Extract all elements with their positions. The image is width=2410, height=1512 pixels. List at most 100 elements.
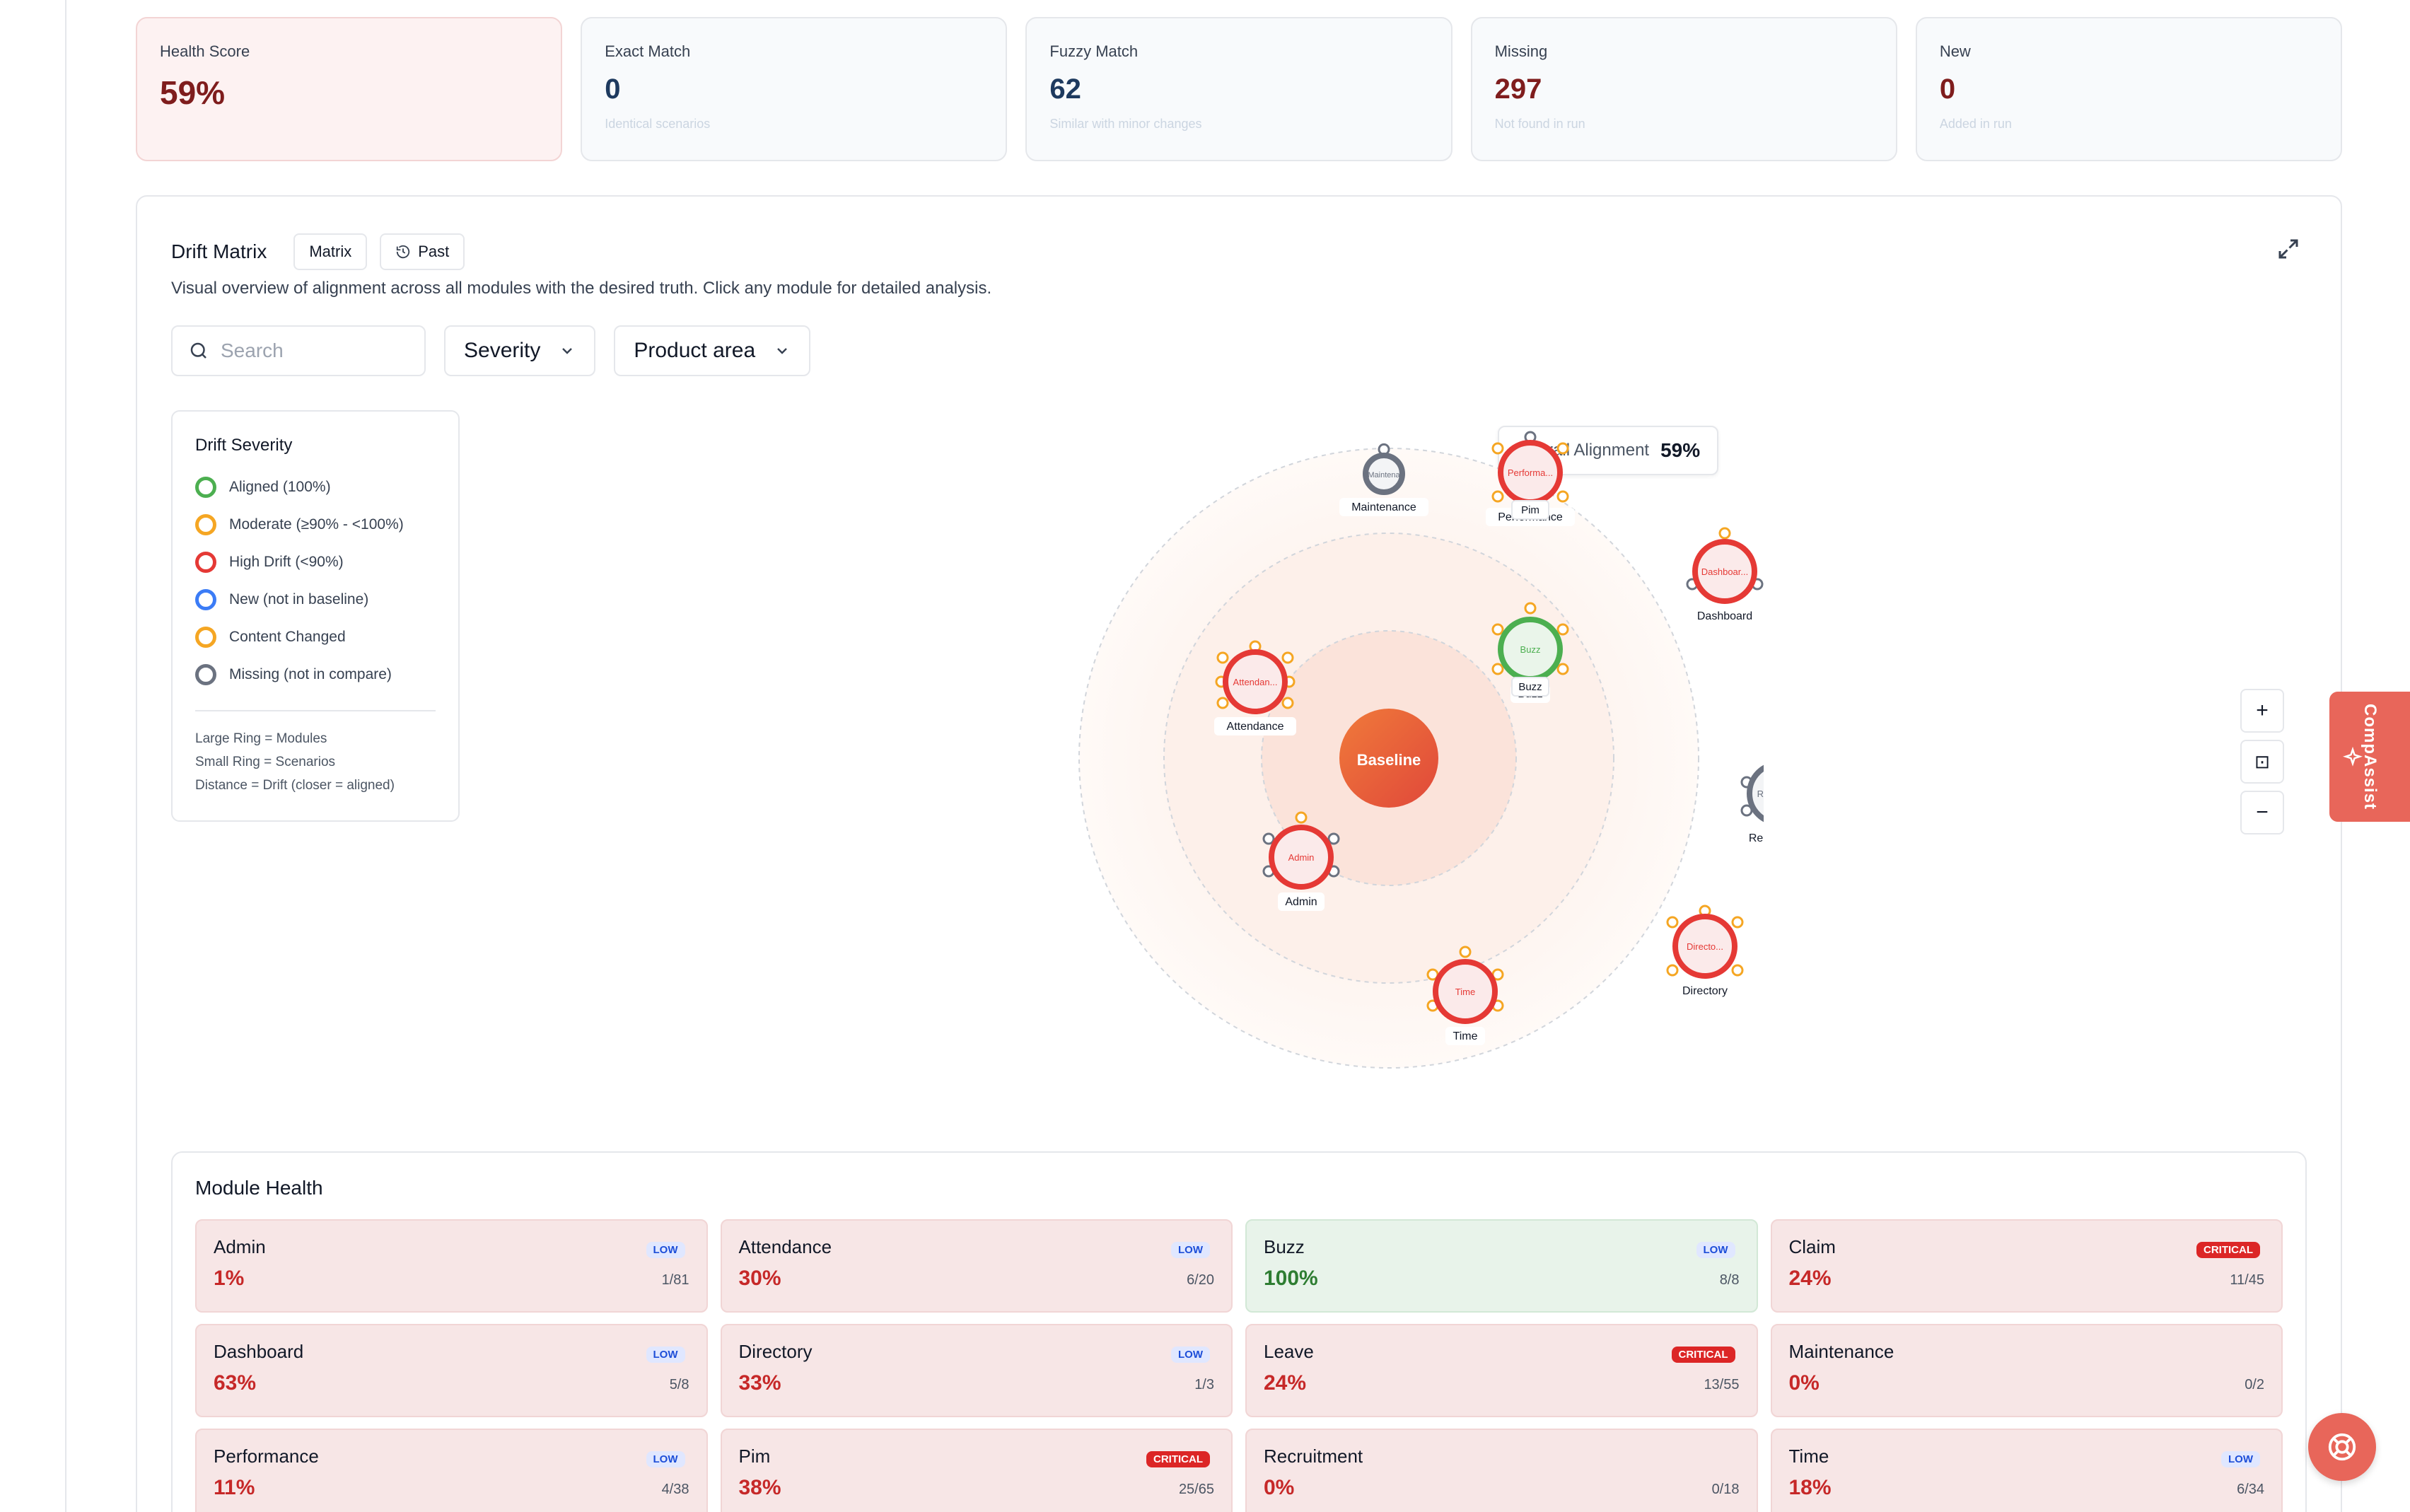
- stat-label: Fuzzy Match: [1049, 42, 1139, 60]
- module-health-title: Module Health: [195, 1177, 323, 1199]
- module-node-performance[interactable]: Performa...PerformancePim: [1486, 431, 1575, 526]
- scenario-dot[interactable]: [1491, 623, 1504, 636]
- scenario-dot[interactable]: [1491, 663, 1504, 675]
- zoom-in-button[interactable]: +: [2240, 689, 2284, 733]
- scenario-dot[interactable]: [1459, 946, 1472, 958]
- module-label: Recruitment: [1749, 832, 1764, 844]
- module-name: Leave: [1264, 1341, 1314, 1362]
- legend-note: Large Ring = Modules: [195, 731, 327, 746]
- zoom-fit-button[interactable]: ⊡: [2240, 740, 2284, 784]
- product-area-select[interactable]: Product area: [614, 325, 811, 376]
- module-card[interactable]: Directory 33% LOW 1/3: [720, 1324, 1233, 1417]
- stat-exact-match: Exact Match 0 Identical scenarios: [581, 17, 1008, 161]
- scenario-dot[interactable]: [1327, 832, 1340, 845]
- module-name: Performance: [214, 1446, 319, 1467]
- module-card[interactable]: Recruitment 0% 0/18: [1245, 1429, 1758, 1512]
- module-name: Maintenance: [1788, 1341, 1894, 1362]
- severity-badge: CRITICAL: [2196, 1242, 2260, 1258]
- scenario-dot[interactable]: [1216, 651, 1229, 664]
- compassist-tab[interactable]: CompAssist: [2329, 692, 2410, 822]
- stat-value: 62: [1049, 74, 1081, 105]
- expand-icon[interactable]: [2276, 236, 2301, 262]
- module-name: Pim: [738, 1446, 771, 1467]
- module-health-grid: Admin 1% LOW 1/81 Attendance 30% LOW 6/20 Buzz 10…: [195, 1219, 2283, 1512]
- legend-item-label: Aligned (100%): [229, 478, 331, 495]
- module-card[interactable]: Buzz 100% LOW 8/8: [1245, 1219, 1758, 1313]
- module-label: Dashboard: [1697, 610, 1752, 622]
- module-node-recruitment[interactable]: Recruitm... Recruitment: [1735, 749, 1764, 847]
- stats-row: Health Score 59% Exact Match 0 Identical…: [136, 17, 2343, 161]
- module-count: 11/45: [2230, 1272, 2264, 1288]
- stat-value: 0: [1939, 74, 1956, 105]
- chevron-down-icon: [777, 348, 788, 354]
- search-box[interactable]: [171, 325, 426, 376]
- severity-badge: LOW: [2221, 1451, 2260, 1467]
- module-label: Maintenance: [1351, 501, 1416, 513]
- search-input[interactable]: [221, 339, 404, 362]
- legend-item: Aligned (100%): [195, 468, 436, 506]
- stat-sub: Similar with minor changes: [1049, 117, 1202, 131]
- scenario-dot[interactable]: [1524, 602, 1537, 615]
- drift-matrix-title: Drift Matrix: [171, 240, 267, 262]
- scenario-dot[interactable]: [1262, 832, 1275, 845]
- module-tag: Pim: [1521, 504, 1539, 516]
- content-changed-ring-icon: [195, 626, 216, 648]
- scenario-dot[interactable]: [1556, 663, 1569, 675]
- module-node-attendance[interactable]: Attendan... Attendance: [1214, 640, 1296, 735]
- scenario-dot[interactable]: [1216, 697, 1229, 709]
- scenario-dot[interactable]: [1491, 490, 1504, 503]
- zoom-out-button[interactable]: −: [2240, 791, 2284, 834]
- lifebuoy-icon: [2328, 1433, 2356, 1461]
- legend-item-label: Moderate (≥90% - <100%): [229, 516, 404, 533]
- left-rail: [0, 0, 66, 1512]
- past-tab[interactable]: Past: [380, 233, 465, 270]
- stat-sub: Not found in run: [1494, 117, 1585, 131]
- module-count: 1/3: [1194, 1377, 1214, 1392]
- module-ring-text: Directo...: [1687, 941, 1723, 952]
- module-card[interactable]: Attendance 30% LOW 6/20: [720, 1219, 1233, 1313]
- severity-badge: CRITICAL: [1671, 1347, 1735, 1363]
- module-card[interactable]: Dashboard 63% LOW 5/8: [195, 1324, 708, 1417]
- module-node-dashboard[interactable]: Dashboar... Dashboard: [1686, 527, 1764, 625]
- scenario-dot[interactable]: [1281, 651, 1294, 664]
- module-card[interactable]: Time 18% LOW 6/34: [1770, 1429, 2283, 1512]
- matrix-tab[interactable]: Matrix: [293, 233, 368, 270]
- scenario-dot[interactable]: [1281, 697, 1294, 709]
- scenario-dot[interactable]: [1666, 916, 1679, 929]
- scenario-dot[interactable]: [1491, 442, 1504, 455]
- zoom-out-label: −: [2256, 801, 2269, 824]
- history-icon: [397, 245, 410, 259]
- module-card[interactable]: Performance 11% LOW 4/38: [195, 1429, 708, 1512]
- module-card[interactable]: Claim 24% CRITICAL 11/45: [1770, 1219, 2283, 1313]
- legend-note: Small Ring = Scenarios: [195, 755, 336, 769]
- module-ring-text: Performa...: [1508, 467, 1553, 478]
- module-card[interactable]: Leave 24% CRITICAL 13/55: [1245, 1324, 1758, 1417]
- drift-matrix-description: Visual overview of alignment across all …: [171, 279, 992, 298]
- module-count: 0/18: [1711, 1482, 1740, 1497]
- help-button[interactable]: [2308, 1413, 2376, 1481]
- scenario-dot[interactable]: [1556, 442, 1569, 455]
- scenario-dot[interactable]: [1556, 490, 1569, 503]
- scenario-dot[interactable]: [1731, 964, 1744, 977]
- legend-item-label: Missing (not in compare): [229, 665, 392, 682]
- module-percent: 38%: [738, 1476, 781, 1499]
- scenario-dot[interactable]: [1718, 527, 1731, 540]
- severity-select[interactable]: Severity: [444, 325, 596, 376]
- legend-item: High Drift (<90%): [195, 543, 436, 581]
- module-percent: 63%: [214, 1371, 257, 1395]
- legend-title: Drift Severity: [195, 436, 293, 455]
- module-count: 0/2: [2245, 1377, 2264, 1392]
- module-percent: 0%: [1264, 1476, 1295, 1499]
- scenario-dot[interactable]: [1295, 811, 1308, 824]
- module-card[interactable]: Maintenance 0% 0/2: [1770, 1324, 2283, 1417]
- scenario-dot[interactable]: [1666, 964, 1679, 977]
- module-node-directory[interactable]: Directo... Directory: [1666, 905, 1744, 1000]
- module-card[interactable]: Pim 38% CRITICAL 25/65: [720, 1429, 1233, 1512]
- stat-missing: Missing 297 Not found in run: [1470, 17, 1897, 161]
- module-name: Directory: [738, 1341, 813, 1362]
- module-card[interactable]: Admin 1% LOW 1/81: [195, 1219, 708, 1313]
- scenario-dot[interactable]: [1731, 916, 1744, 929]
- module-label: Directory: [1682, 985, 1728, 997]
- scenario-dot[interactable]: [1556, 623, 1569, 636]
- drift-matrix-header: Drift Matrix Matrix Past: [171, 233, 465, 270]
